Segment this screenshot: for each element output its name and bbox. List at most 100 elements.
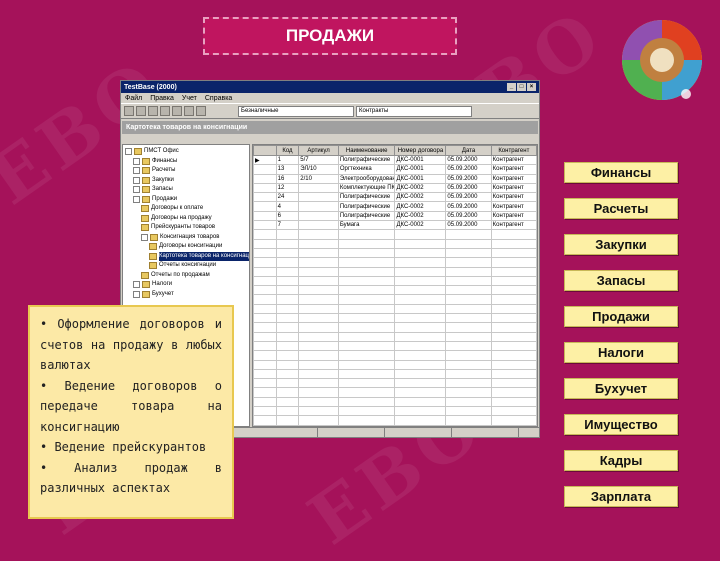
table-row[interactable]: 13 ЭЛ/10 Оргтехника ДКС-0001 05.09.2000 Контр… [253,164,537,175]
table-cell[interactable]: ДКС-0001 [394,173,447,184]
menu-button-inventory[interactable]: Запасы [564,270,678,291]
tree-item-selected[interactable]: Картотека товаров на консигнации [125,251,249,261]
close-icon[interactable]: × [527,83,536,91]
table-cell[interactable] [298,220,339,231]
menu-button-finance[interactable]: Финансы [564,162,678,183]
copy-icon[interactable] [184,106,194,116]
table-cell[interactable] [253,192,277,203]
table-cell[interactable]: 05.09.2000 [445,210,492,222]
table-row[interactable]: 4 Полиграфические ДКС-0002 05.09.2000 Контра… [253,201,537,212]
tree-item[interactable]: Договоры на продажу [125,214,247,224]
table-cell[interactable]: ДКС-0001 [394,154,447,166]
tree-item[interactable]: Консигнация товаров [125,233,247,243]
table-cell[interactable]: Контрагент [490,164,537,175]
table-cell[interactable]: ДКС-0002 [394,182,447,194]
table-cell[interactable] [253,201,277,212]
tree-item[interactable]: ПМСТ Офис [125,147,247,157]
table-cell[interactable]: Оргтехника [337,164,396,175]
table-cell[interactable]: Контрагент [490,182,537,194]
tree-item[interactable]: Финансы [125,157,247,167]
table-cell[interactable] [253,220,277,231]
table-cell[interactable]: Полиграфические [337,210,396,222]
column-header[interactable] [253,145,277,156]
table-row[interactable]: 6 Полиграфические ДКС-0002 05.09.2000 Контра… [253,210,537,222]
table-cell[interactable]: 05.09.2000 [445,154,492,166]
table-cell[interactable] [298,192,339,203]
menu-item-file[interactable]: Файл [125,95,142,102]
table-cell[interactable]: 12 [275,182,300,194]
new-icon[interactable] [124,106,134,116]
table-cell[interactable]: 4 [275,201,300,212]
menu-item-help[interactable]: Справка [205,95,232,102]
table-cell[interactable]: Контрагент [490,220,537,231]
table-cell[interactable]: ЭЛ/10 [298,164,339,175]
table-cell[interactable]: 05.09.2000 [445,164,492,175]
table-cell[interactable]: ДКС-0002 [394,192,447,203]
table-cell[interactable]: Комплектующие ПК [337,182,396,194]
column-header[interactable]: Контрагент [490,145,537,156]
table-cell[interactable]: Контрагент [490,201,537,212]
column-header[interactable]: Номер договора [394,145,447,156]
tree-item[interactable]: Бухучет [125,290,247,300]
table-cell[interactable]: Контрагент [490,173,537,184]
menu-button-settlements[interactable]: Расчеты [564,198,678,219]
table-cell[interactable]: Полиграфические [337,192,396,203]
menu-button-property[interactable]: Имущество [564,414,678,435]
table-cell[interactable] [253,210,277,222]
table-cell[interactable]: 7 [275,220,300,231]
tree-item[interactable]: Прейскуранты товаров [125,223,247,233]
column-header[interactable]: Код [275,145,300,156]
table-cell[interactable]: 1 [275,154,300,166]
print-icon[interactable] [160,106,170,116]
table-cell[interactable]: 13 [275,164,300,175]
table-row[interactable]: 24 Полиграфические ДКС-0002 05.09.2000 Контр… [253,192,537,203]
menu-item-accounting[interactable]: Учет [182,95,197,102]
table-row[interactable]: 162/10ЭлектрооборудованиеДКС-000105.09.2… [253,173,537,184]
menu-button-accounting[interactable]: Бухучет [564,378,678,399]
menu-button-payroll[interactable]: Зарплата [564,486,678,507]
table-cell[interactable] [298,182,339,194]
column-header[interactable]: Артикул [298,145,339,156]
table-cell[interactable]: ДКС-0002 [394,201,447,212]
table-cell[interactable]: 24 [275,192,300,203]
table-cell[interactable]: Полиграфические [337,201,396,212]
table-cell[interactable]: 05.09.2000 [445,192,492,203]
menu-button-taxes[interactable]: Налоги [564,342,678,363]
table-cell[interactable]: Контрагент [490,210,537,222]
table-cell[interactable]: Контрагент [490,192,537,203]
table-cell[interactable]: 05.09.2000 [445,173,492,184]
table-cell[interactable]: 2/10 [298,173,339,184]
table-cell[interactable] [298,201,339,212]
table-cell[interactable] [253,182,277,194]
table-cell[interactable]: ДКС-0002 [394,220,447,231]
table-cell[interactable]: Полиграфические [337,154,396,166]
table-cell[interactable]: ДКС-0001 [394,164,447,175]
table-row[interactable]: 12 Комплектующие ПК ДКС-0002 05.09.2000 Конт… [253,182,537,194]
menu-button-staff[interactable]: Кадры [564,450,678,471]
column-header[interactable]: Наименование [337,145,396,156]
payment-type-select[interactable]: Безналичные [238,105,354,117]
tree-item[interactable]: Расчеты [125,166,247,176]
table-cell[interactable]: Электрооборудование [337,173,396,184]
menu-button-purchases[interactable]: Закупки [564,234,678,255]
tree-item[interactable]: Договоры к оплате [125,204,247,214]
table-cell[interactable]: 5/7 [298,154,339,166]
tree-item[interactable]: Запасы [125,185,247,195]
column-header[interactable]: Дата [445,145,492,156]
table-cell[interactable]: 05.09.2000 [445,182,492,194]
cut-icon[interactable] [172,106,182,116]
table-cell[interactable]: Бумага [337,220,396,231]
tree-item[interactable]: Закупки [125,176,247,186]
contract-type-select[interactable]: Контракты [356,105,472,117]
open-icon[interactable] [136,106,146,116]
tree-item[interactable]: Продажи [125,195,247,205]
menu-button-sales[interactable]: Продажи [564,306,678,327]
tree-item[interactable]: Налоги [125,280,247,290]
tree-item[interactable]: Договоры консигнации [125,242,247,252]
table-cell[interactable] [253,164,277,175]
maximize-icon[interactable]: □ [517,83,526,91]
table-cell[interactable]: 6 [275,210,300,222]
table-cell[interactable]: Контрагент [490,154,537,166]
table-cell[interactable]: ДКС-0002 [394,210,447,222]
tree-item[interactable]: Отчеты консигнации [125,261,247,271]
